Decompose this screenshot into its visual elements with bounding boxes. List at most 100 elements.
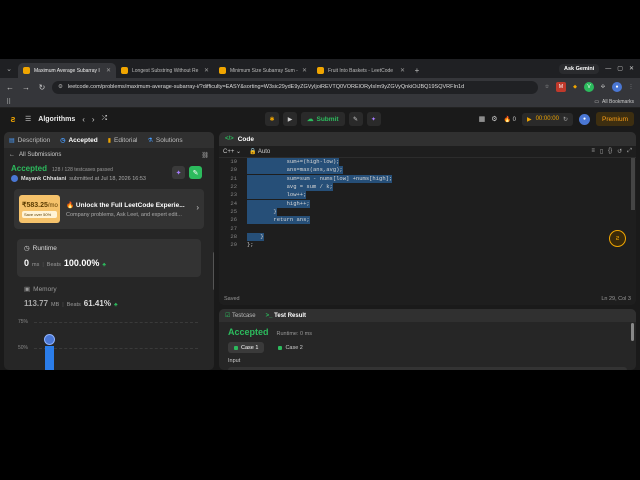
code-line[interactable]: 21 sum=sum - nums[low] +nums[high];	[219, 174, 629, 183]
editor-toolbar: C++ ⌄ 🔒 Auto ≡ ▯ {} ↺ ⤢	[219, 146, 636, 158]
code-line[interactable]: 28 }	[219, 232, 629, 241]
profile-avatar[interactable]: ●	[612, 82, 622, 92]
browser-tab[interactable]: Minimum Size Subarray Sum - ✕	[214, 63, 312, 78]
leetcode-logo-icon[interactable]: ƨ	[8, 114, 18, 124]
user-name[interactable]: Mayank Chhatani	[21, 176, 66, 182]
reset-icon[interactable]: ↺	[617, 148, 622, 155]
forward-icon[interactable]: →	[20, 81, 32, 93]
close-tab-icon[interactable]: ✕	[302, 67, 307, 74]
apps-icon[interactable]: ⠿	[6, 98, 11, 106]
premium-button[interactable]: Premium	[595, 112, 634, 126]
layout-icon[interactable]: ▦	[479, 115, 486, 123]
extension-green-icon[interactable]: V	[584, 82, 594, 92]
user-avatar[interactable]: ●	[578, 113, 590, 125]
tab-testcase[interactable]: ☑ Testcase	[225, 312, 256, 319]
leetcode-ai-button[interactable]: ƨ	[609, 230, 626, 247]
user-small-avatar	[11, 175, 18, 182]
terminal-icon: >_	[265, 312, 273, 319]
runtime-beats: 100.00%	[63, 258, 100, 268]
ask-gemini-button[interactable]: Ask Gemini	[559, 63, 600, 74]
code-line[interactable]: 29};	[219, 241, 629, 249]
fullscreen-icon[interactable]: ⤢	[627, 148, 632, 155]
code-line[interactable]: 24 high++;	[219, 199, 629, 208]
clock-icon: ◷	[60, 137, 66, 144]
bookmark-icon[interactable]: ▯	[600, 148, 603, 155]
settings-icon[interactable]: ⚙	[491, 115, 497, 123]
left-scrollbar[interactable]	[213, 252, 214, 290]
tab-search-icon[interactable]: ⌄	[0, 59, 18, 78]
close-tab-icon[interactable]: ✕	[106, 67, 111, 74]
code-text: low++;	[247, 191, 307, 200]
tab-solutions[interactable]: ⚗ Solutions	[148, 137, 183, 144]
line-number: 24	[230, 199, 237, 207]
notes-icon[interactable]: ✎	[348, 112, 363, 126]
debug-icon[interactable]: ✱	[265, 112, 279, 126]
beats-label: Beats	[46, 262, 61, 268]
address-bar[interactable]: ⚙ leetcode.com/problems/maximum-average-…	[52, 80, 538, 94]
result-scrollbar[interactable]	[631, 323, 634, 341]
all-bookmarks[interactable]: ▭ All Bookmarks	[594, 99, 634, 105]
problem-list-title[interactable]: Algorithms	[38, 116, 75, 123]
code-line[interactable]: 26 return ans;	[219, 216, 629, 225]
case-1-tab[interactable]: Case 1	[228, 342, 265, 353]
runtime-card: ◷ Runtime 0 ms | Beats 100.00% ♣	[17, 239, 201, 277]
back-icon[interactable]: ←	[4, 81, 16, 93]
editor-footer: Saved Ln 29, Col 3	[219, 292, 636, 305]
tab-editorial[interactable]: ▮ Editorial	[108, 137, 138, 144]
chrome-menu-icon[interactable]: ⋮	[626, 82, 636, 92]
submit-button[interactable]: ☁ Submit	[301, 112, 345, 126]
next-problem-icon[interactable]: ›	[92, 115, 95, 124]
close-tab-icon[interactable]: ✕	[400, 67, 405, 74]
timer-reset-icon[interactable]: ↻	[563, 116, 568, 123]
ai-analyze-icon[interactable]: ✦	[172, 166, 185, 179]
prev-problem-icon[interactable]: ‹	[82, 115, 85, 124]
browser-tab[interactable]: Longest Substring Without Re ✕	[116, 63, 214, 78]
code-line[interactable]: 19 sum+=(high-low);	[219, 158, 629, 167]
line-number: 28	[230, 232, 237, 240]
browser-tab[interactable]: Fruit Into Baskets - LeetCode ✕	[312, 63, 410, 78]
problem-list-icon[interactable]: ☰	[25, 115, 31, 123]
code-line[interactable]: 20 ans=max(ans,avg);	[219, 166, 629, 175]
braces-icon[interactable]: {}	[608, 148, 612, 155]
link-icon[interactable]: ⛓	[201, 152, 209, 159]
premium-promo-card[interactable]: ₹583.25/mo Save over 50% 🔥 Unlock the Fu…	[14, 189, 204, 229]
code-area[interactable]: 19 sum+=(high-low); 20 ans=max(ans,avg); 2…	[219, 158, 629, 278]
reload-icon[interactable]: ↻	[36, 81, 48, 93]
ai-sparkle-icon[interactable]: ✦	[366, 112, 381, 126]
shuffle-icon[interactable]: ⤮	[102, 115, 108, 123]
auto-mode[interactable]: 🔒 Auto	[249, 148, 270, 155]
chevron-right-icon: ›	[196, 203, 199, 212]
case-2-tab[interactable]: Case 2	[272, 342, 308, 353]
code-line[interactable]: 25 }	[219, 207, 629, 216]
close-window-icon[interactable]: ✕	[629, 65, 634, 72]
tab-accepted[interactable]: ◷ Accepted	[60, 137, 98, 144]
streak-counter[interactable]: 🔥 0	[503, 116, 515, 123]
extension-leetcode-icon[interactable]: ◆	[570, 82, 580, 92]
edit-solution-icon[interactable]: ✎	[189, 166, 202, 179]
browser-tab[interactable]: Maximum Average Subarray I ✕	[18, 63, 116, 78]
site-info-icon[interactable]: ⚙	[58, 84, 63, 90]
timer[interactable]: ▶ 00:00:00 ↻	[521, 112, 573, 126]
chart-bar[interactable]	[45, 345, 54, 370]
input-label: Input	[228, 358, 241, 364]
minimize-icon[interactable]: —	[605, 66, 611, 72]
tab-description[interactable]: ▤ Description	[9, 137, 50, 144]
tab-test-result[interactable]: >_ Test Result	[266, 313, 306, 319]
maximize-icon[interactable]: ▢	[617, 65, 623, 72]
editor-scrollbar[interactable]	[631, 158, 635, 210]
extensions-puzzle-icon[interactable]: ✣	[598, 82, 608, 92]
format-icon[interactable]: ≡	[591, 148, 595, 155]
run-icon[interactable]: ▶	[283, 112, 297, 126]
timer-play-icon[interactable]: ▶	[527, 116, 532, 123]
new-tab-button[interactable]: +	[410, 63, 424, 78]
all-submissions-link[interactable]: ← All Submissions ⛓	[4, 148, 214, 162]
language-select[interactable]: C++ ⌄	[223, 148, 241, 155]
bookmark-star-icon[interactable]: ☆	[542, 82, 552, 92]
close-tab-icon[interactable]: ✕	[204, 67, 209, 74]
code-line[interactable]: 22 avg = sum / k;	[219, 183, 629, 192]
code-line[interactable]: 27	[219, 224, 629, 232]
nav-center: ✱ ▶ ☁ Submit ✎ ✦	[265, 112, 381, 126]
memory-distribution-chart: 75%50%25%	[18, 317, 198, 370]
code-line[interactable]: 23 low++;	[219, 191, 629, 200]
extension-icon[interactable]: M	[556, 82, 566, 92]
